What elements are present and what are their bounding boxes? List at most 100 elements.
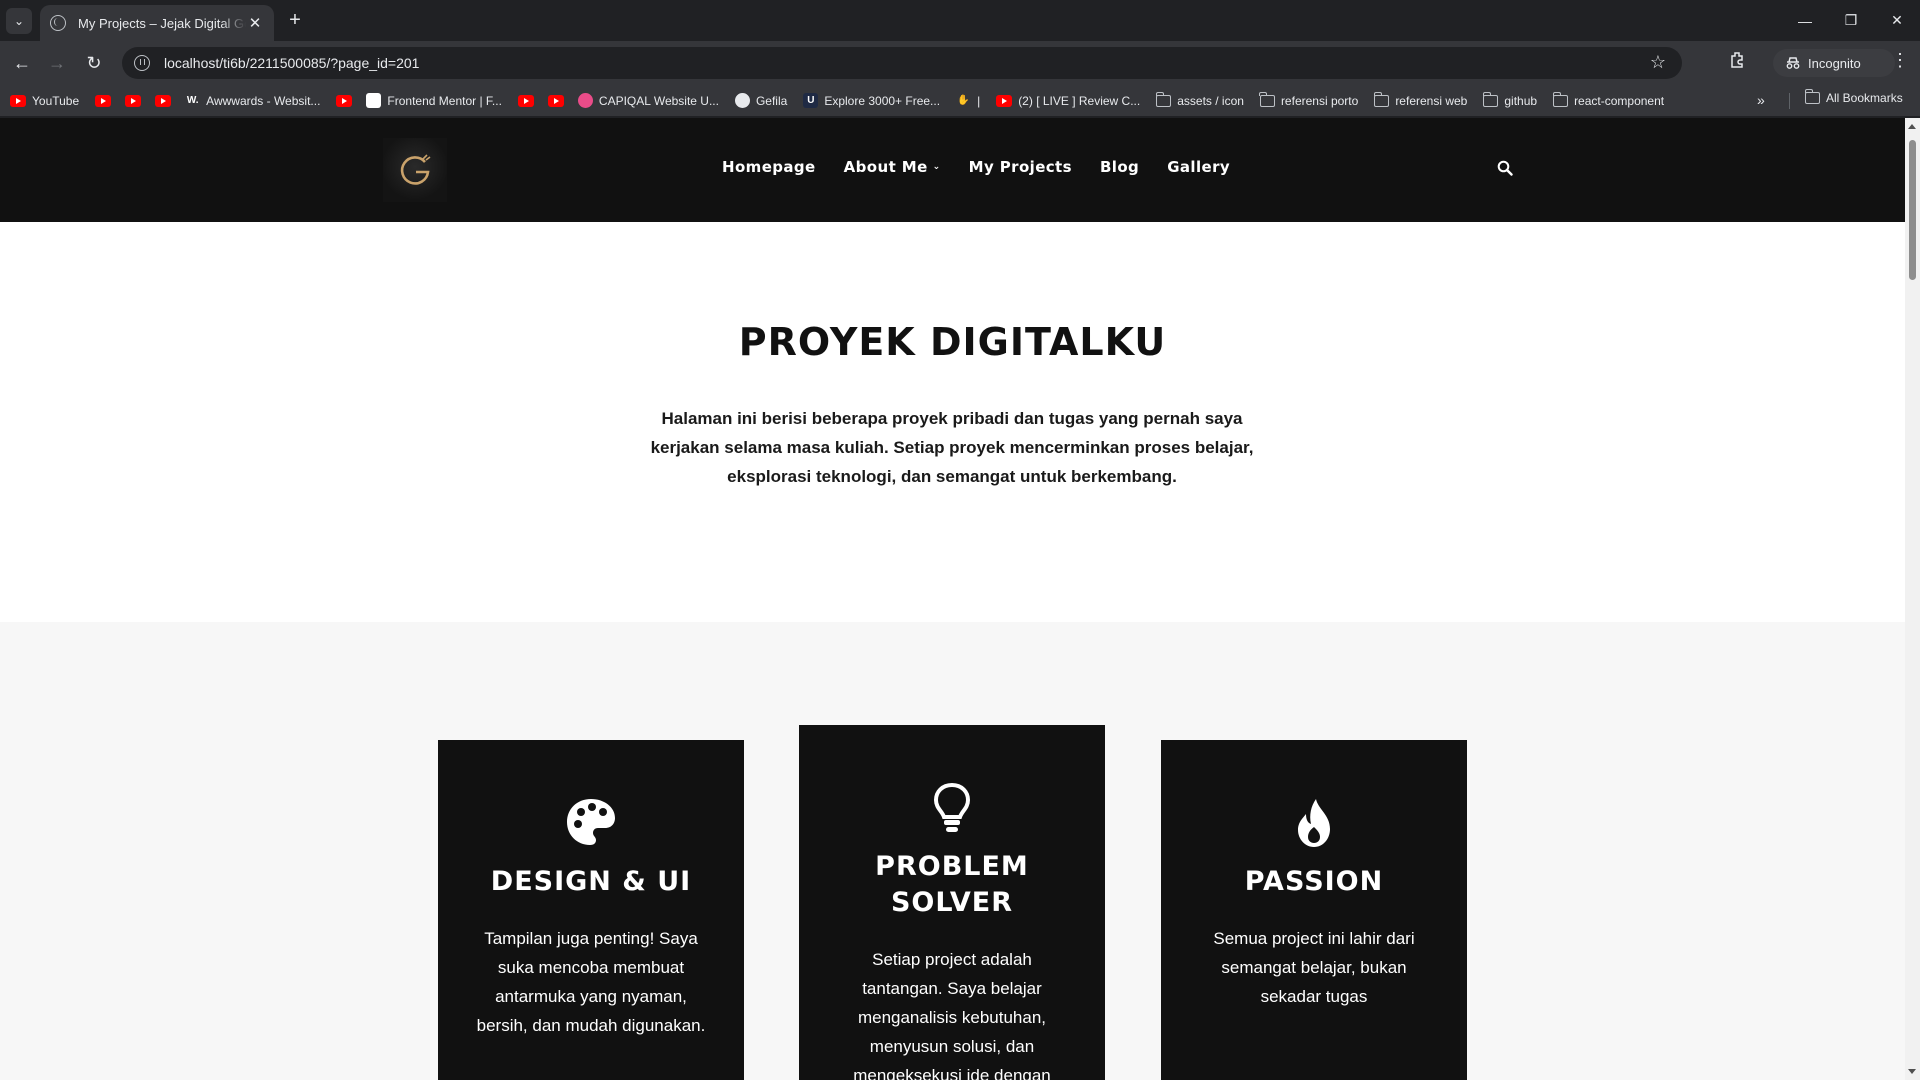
lightbulb-icon <box>925 781 979 835</box>
search-icon[interactable] <box>1497 160 1515 178</box>
youtube-icon <box>996 94 1013 107</box>
new-tab-button[interactable]: + <box>283 9 307 33</box>
features-section: DESIGN & UI Tampilan juga penting! Saya … <box>0 622 1905 1080</box>
tab-title: My Projects – Jejak Digital Gefila <box>78 15 246 31</box>
bookmark-item[interactable]: U Explore 3000+ Free... <box>803 93 940 108</box>
url-text[interactable]: localhost/ti6b/2211500085/?page_id=201 <box>164 55 419 71</box>
dribbble-icon <box>577 93 593 108</box>
bookmark-label: Explore 3000+ Free... <box>824 93 941 108</box>
youtube-icon <box>155 94 172 107</box>
feature-card-problem-solver: PROBLEM SOLVER Setiap project adalah tan… <box>799 725 1105 1080</box>
feature-card-design: DESIGN & UI Tampilan juga penting! Saya … <box>438 740 744 1080</box>
reload-button[interactable]: ↻ <box>80 50 108 76</box>
tab-close-icon[interactable]: ✕ <box>246 14 264 32</box>
bookmark-label: CAPIQAL Website U... <box>598 93 719 108</box>
bookmark-item[interactable]: referensi web <box>1373 91 1468 108</box>
bookmark-item[interactable]: react-component <box>1552 91 1665 108</box>
close-window-button[interactable]: ✕ <box>1874 0 1920 41</box>
frontend-mentor-icon <box>366 93 382 108</box>
nav-label: Gallery <box>1167 158 1231 176</box>
browser-menu-icon[interactable]: ⋮ <box>1890 50 1910 74</box>
nav-label: Homepage <box>722 158 816 176</box>
bookmark-label: (2) [ LIVE ] Review C... <box>1018 93 1141 108</box>
bookmark-item[interactable] <box>155 94 172 107</box>
youtube-icon <box>95 94 112 107</box>
bookmark-item[interactable]: YouTube <box>10 94 79 108</box>
bookmark-item[interactable] <box>547 94 564 107</box>
youtube-icon <box>125 94 142 107</box>
bookmark-item[interactable]: Gefila <box>734 93 787 108</box>
site-logo[interactable] <box>383 138 447 202</box>
hero-section: PROYEK DIGITALKU Halaman ini berisi bebe… <box>0 222 1905 622</box>
bookmark-item[interactable]: github <box>1482 91 1538 108</box>
bookmark-item[interactable]: ✋ | <box>956 93 980 108</box>
page-viewport: Homepage About Me ⌄ My Projects Blog Gallery … <box>0 118 1905 1080</box>
bookmark-item[interactable]: W. Awwwards - Websit... <box>185 93 321 108</box>
nav-item-gallery[interactable]: Gallery <box>1167 158 1230 176</box>
nav-item-blog[interactable]: Blog <box>1100 158 1139 176</box>
bookmark-item[interactable] <box>336 94 353 107</box>
bookmark-star-icon[interactable]: ☆ <box>1650 52 1666 73</box>
bookmark-item[interactable]: (2) [ LIVE ] Review C... <box>996 94 1140 108</box>
bookmark-label: referensi web <box>1395 93 1468 108</box>
nav-item-my-projects[interactable]: My Projects <box>969 158 1072 176</box>
bookmarks-divider <box>1789 93 1790 109</box>
folder-icon <box>1259 91 1275 107</box>
bookmark-item[interactable] <box>125 94 142 107</box>
folder-icon <box>1482 91 1499 107</box>
all-bookmarks-button[interactable]: All Bookmarks <box>1804 89 1903 105</box>
github-icon <box>734 93 750 108</box>
folder-icon <box>1155 91 1172 107</box>
nav-label: Blog <box>1099 158 1140 176</box>
active-tab[interactable]: My Projects – Jejak Digital Gefila ✕ <box>40 5 274 41</box>
page-scrollbar[interactable] <box>1905 118 1920 1080</box>
bookmark-item[interactable] <box>517 94 534 107</box>
extensions-icon[interactable] <box>1728 50 1750 74</box>
card-title: PASSION <box>1244 866 1384 897</box>
youtube-icon <box>547 94 564 107</box>
address-bar[interactable]: localhost/ti6b/2211500085/?page_id=201 ☆ <box>122 47 1682 79</box>
browser-toolbar: ← → ↻ localhost/ti6b/2211500085/?page_id… <box>0 41 1920 85</box>
site-info-icon[interactable] <box>134 55 150 71</box>
bookmark-item[interactable]: CAPIQAL Website U... <box>577 93 719 108</box>
folder-icon <box>1373 91 1390 107</box>
site-header: Homepage About Me ⌄ My Projects Blog Gallery <box>0 118 1905 222</box>
youtube-icon <box>517 94 534 107</box>
card-text: Semua project ini lahir dari semangat be… <box>1213 929 1415 1006</box>
all-bookmarks-label: All Bookmarks <box>1826 91 1903 105</box>
awwwards-icon: W. <box>186 95 199 106</box>
uiverse-icon: U <box>803 93 819 108</box>
incognito-icon <box>1786 57 1800 69</box>
bookmark-item[interactable]: Frontend Mentor | F... <box>366 93 502 108</box>
bookmarks-bar: YouTube W. Awwwards - Websit... Frontend Me… <box>0 85 1920 117</box>
bookmark-label: react-component <box>1574 93 1665 108</box>
bookmark-label: Frontend Mentor | F... <box>387 93 502 108</box>
page-title: PROYEK DIGITALKU <box>738 320 1167 364</box>
nav-label: About Me <box>843 158 928 176</box>
card-title: DESIGN & UI <box>490 866 692 897</box>
nav-item-homepage[interactable]: Homepage <box>722 158 816 176</box>
minimize-button[interactable]: — <box>1782 0 1828 41</box>
fire-icon <box>1287 796 1341 850</box>
back-button[interactable]: ← <box>8 50 36 76</box>
scrollbar-thumb[interactable] <box>1909 140 1916 280</box>
bookmark-label: assets / icon <box>1177 93 1244 108</box>
bookmark-item[interactable] <box>95 94 112 107</box>
restore-button[interactable]: ❐ <box>1828 0 1874 41</box>
bookmark-item[interactable]: referensi porto <box>1259 91 1358 108</box>
forward-button[interactable]: → <box>43 50 71 76</box>
card-text: Tampilan juga penting! Saya suka mencoba… <box>476 929 706 1035</box>
folder-icon <box>1804 89 1820 104</box>
bookmark-label: | <box>977 93 981 108</box>
bookmark-item[interactable]: assets / icon <box>1155 91 1244 108</box>
bookmark-label: github <box>1504 93 1538 108</box>
globe-icon <box>50 15 66 31</box>
scroll-up-arrow-icon[interactable] <box>1908 124 1916 129</box>
page-intro: Halaman ini berisi beberapa proyek priba… <box>650 409 1254 486</box>
incognito-badge[interactable]: Incognito <box>1773 49 1895 77</box>
bookmark-label: Awwwards - Websit... <box>206 93 321 108</box>
more-bookmarks-icon[interactable]: » <box>1757 92 1765 108</box>
nav-item-about-me[interactable]: About Me ⌄ <box>844 158 941 176</box>
tab-search-button[interactable]: ⌄ <box>6 8 32 34</box>
scroll-down-arrow-icon[interactable] <box>1908 1069 1916 1074</box>
